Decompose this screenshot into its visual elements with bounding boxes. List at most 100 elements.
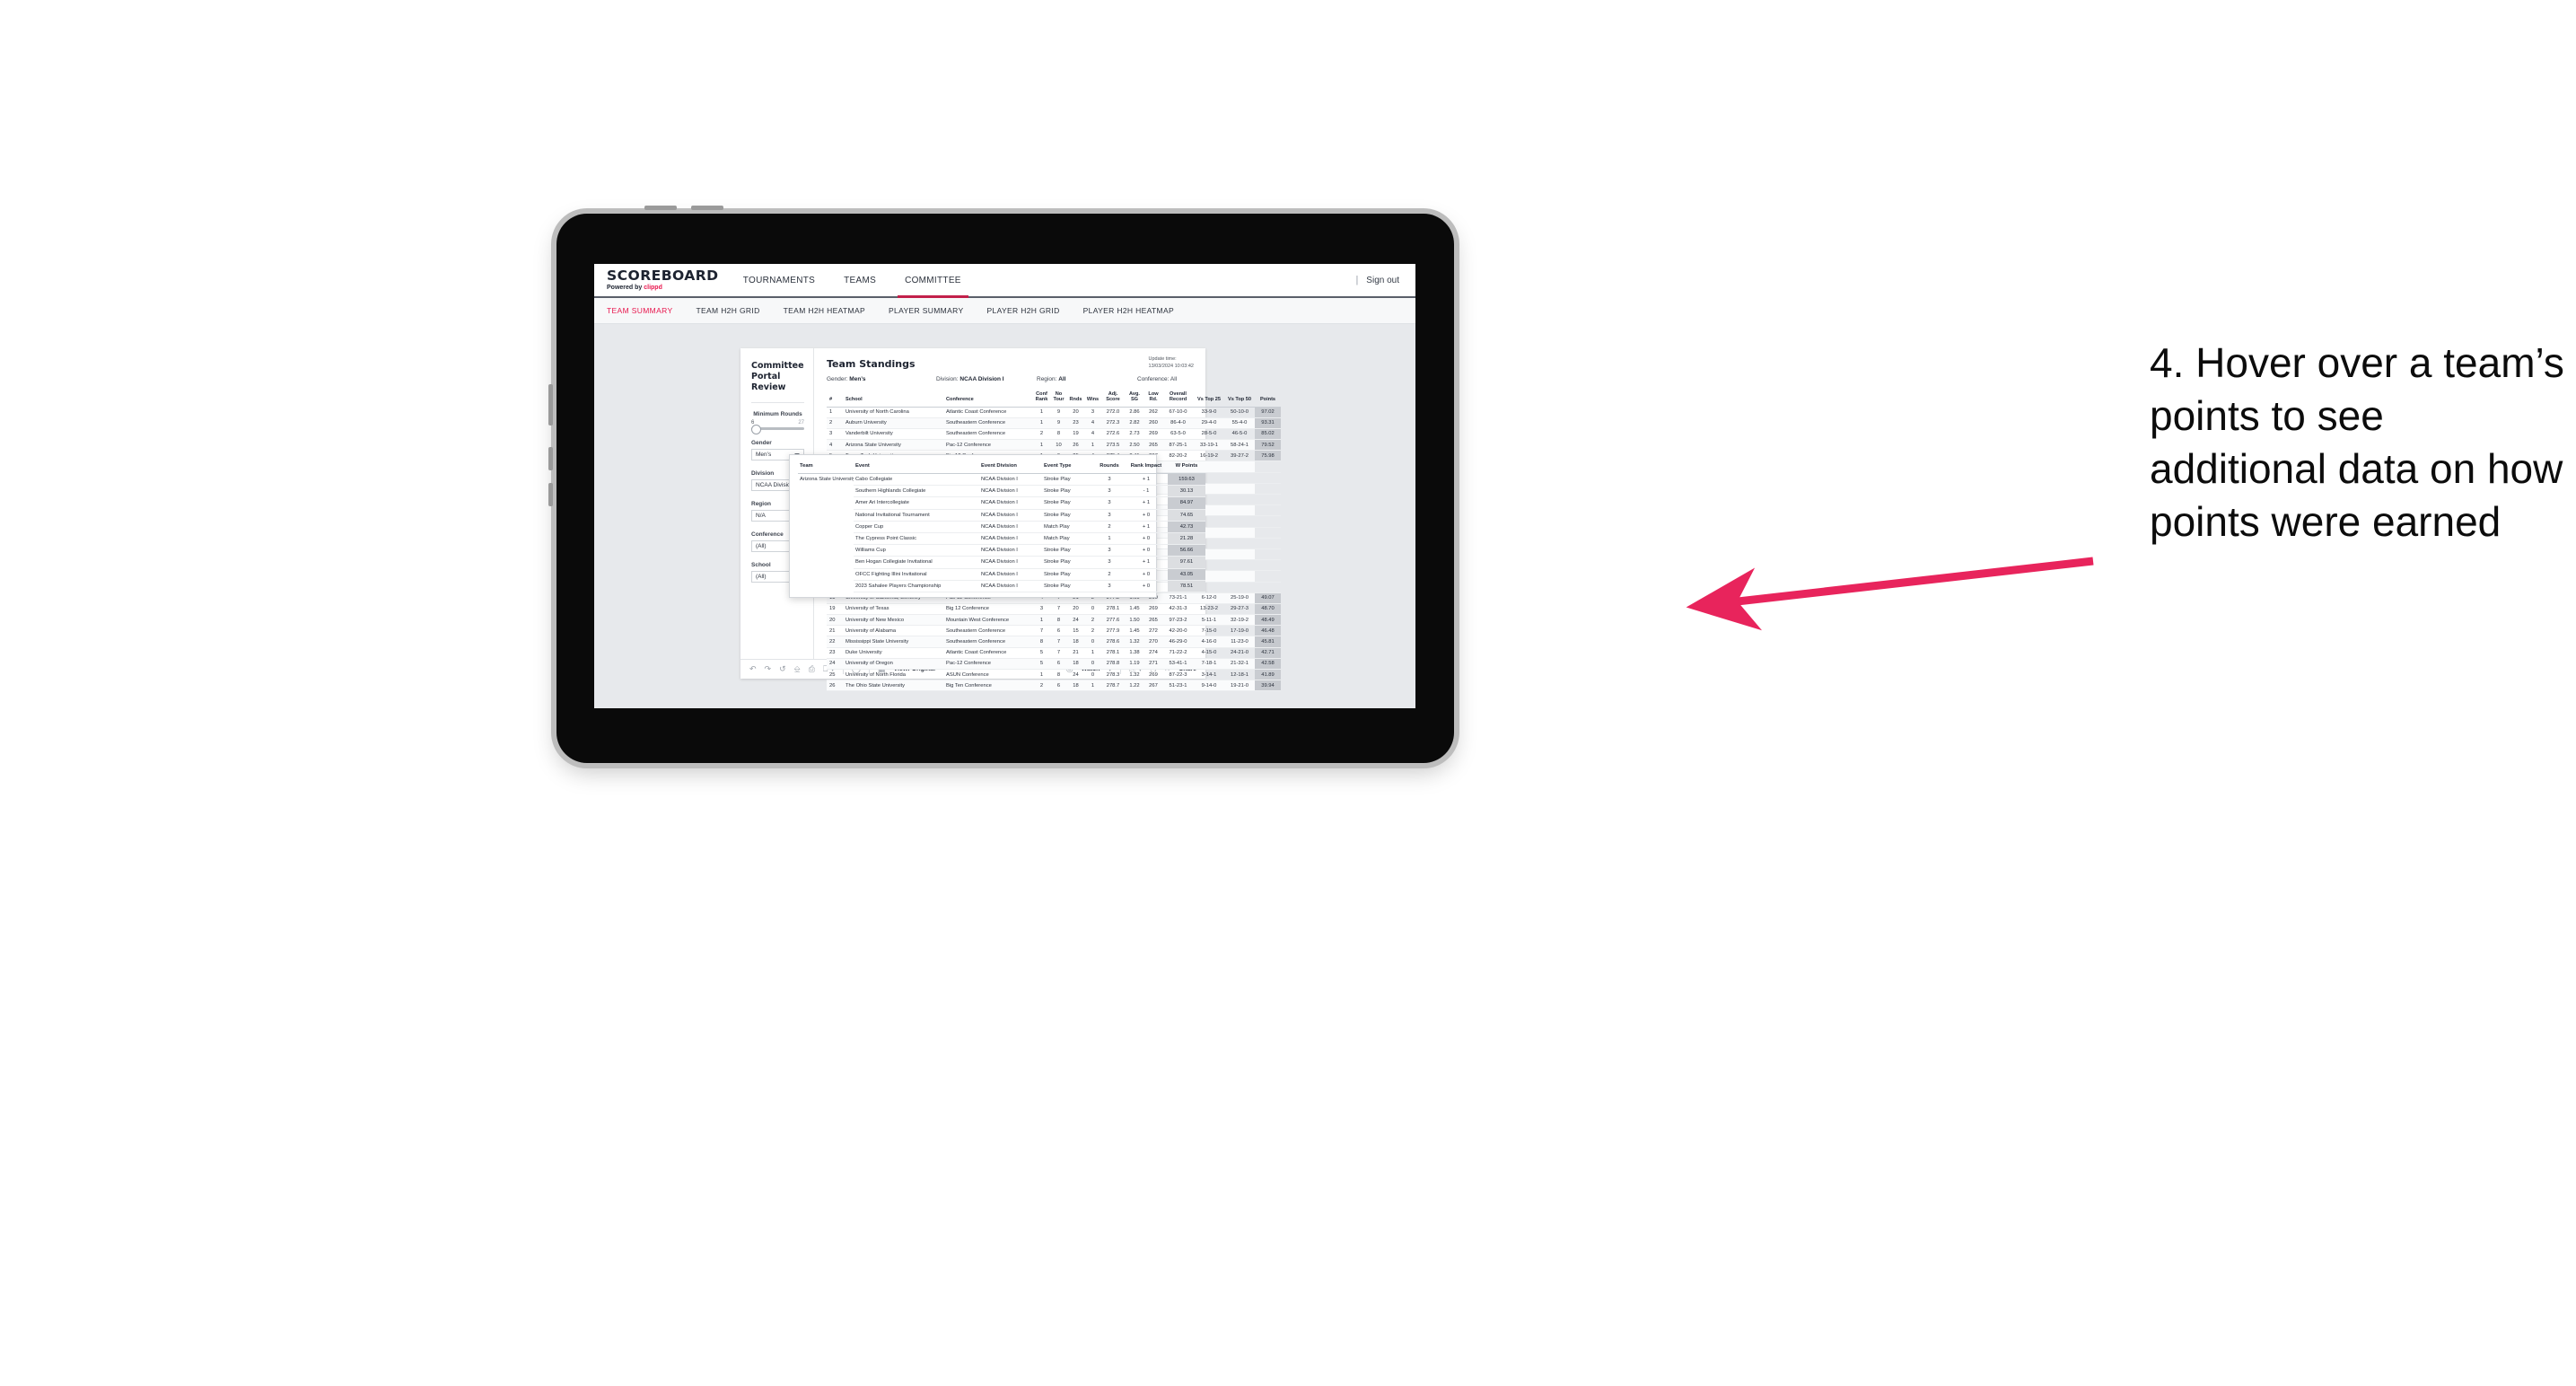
tab-team-h2h-grid[interactable]: TEAM H2H GRID — [696, 306, 759, 315]
tooltip-cell-rounds: 2 — [1094, 568, 1125, 581]
tooltip-team-name: Arizona State University — [800, 477, 854, 483]
cell-points[interactable] — [1255, 472, 1281, 484]
table-row[interactable]: 4 Arizona State University Pac-12 Conferen… — [827, 439, 1281, 452]
cell-points[interactable] — [1255, 483, 1281, 496]
update-time-label: Update time: — [1148, 356, 1177, 362]
cell-avg-sg: 1.45 — [1125, 603, 1144, 616]
redo-icon[interactable]: ↷ — [765, 665, 772, 673]
cell-rank: 21 — [827, 625, 845, 637]
table-row[interactable]: 24 University of Oregon Pac-12 Conference 5… — [827, 658, 1281, 671]
cell-conference: Mountain West Conference — [945, 614, 1033, 627]
cell-points[interactable] — [1255, 494, 1281, 506]
th-vs-top-25[interactable]: Vs Top 25 — [1194, 390, 1224, 408]
cell-points[interactable]: 41.89 — [1255, 669, 1281, 681]
refresh-icon[interactable]: ⎒ — [794, 665, 801, 673]
cell-points[interactable] — [1255, 504, 1281, 517]
tooltip-cell-event: Williams Cup — [854, 544, 979, 557]
th-overall[interactable]: Overall Record — [1162, 390, 1194, 408]
cell-points[interactable]: 45.81 — [1255, 636, 1281, 648]
cell-points[interactable] — [1255, 527, 1281, 539]
th-conference[interactable]: Conference — [945, 390, 1033, 408]
cell-avg-sg: 1.22 — [1125, 680, 1144, 692]
table-row[interactable]: 2 Auburn University Southeastern Conferenc… — [827, 417, 1281, 429]
tooltip-row: Amer Ari Intercollegiate NCAA Division IS… — [798, 496, 1205, 510]
cell-points[interactable]: 93.31 — [1255, 417, 1281, 429]
sign-out-link[interactable]: Sign out — [1366, 276, 1399, 285]
slider-handle[interactable] — [751, 424, 761, 434]
tab-team-h2h-heatmap[interactable]: TEAM H2H HEATMAP — [784, 306, 865, 315]
cell-points[interactable]: 79.52 — [1255, 439, 1281, 452]
th-points[interactable]: Points — [1255, 390, 1281, 408]
revert-icon[interactable]: ↺ — [779, 665, 786, 673]
th-rnds[interactable]: Rnds — [1067, 390, 1084, 408]
brand-logo[interactable]: SCOREBOARD Powered by clippd — [594, 264, 729, 296]
cell-school: University of New Mexico — [845, 614, 945, 627]
cell-points[interactable] — [1255, 515, 1281, 528]
cell-points[interactable]: 42.58 — [1255, 658, 1281, 671]
cell-points[interactable]: 42.71 — [1255, 647, 1281, 659]
minimum-rounds-slider[interactable] — [751, 424, 804, 434]
th-no-tour[interactable]: No Tour — [1050, 390, 1067, 408]
tab-team-summary[interactable]: TEAM SUMMARY — [607, 306, 672, 315]
nav-item-committee[interactable]: COMMITTEE — [890, 264, 976, 298]
cell-points[interactable]: 49.07 — [1255, 592, 1281, 604]
cell-wins: 0 — [1084, 603, 1101, 616]
table-row[interactable]: 25 University of North Florida ASUN Confer… — [827, 669, 1281, 681]
th-school[interactable]: School — [845, 390, 945, 408]
cell-vs-top-50: 32-19-2 — [1224, 614, 1255, 627]
th-adj-score[interactable]: Adj. Score — [1101, 390, 1125, 408]
tooltip-cell-division: NCAA Division I — [979, 496, 1042, 510]
cell-points[interactable] — [1255, 570, 1281, 583]
table-row[interactable]: 26 The Ohio State University Big Ten Confe… — [827, 680, 1281, 692]
cell-points[interactable]: 85.02 — [1255, 428, 1281, 441]
cell-school: The Ohio State University — [845, 680, 945, 692]
cell-vs-top-50: 29-27-3 — [1224, 603, 1255, 616]
tab-player-h2h-heatmap[interactable]: PLAYER H2H HEATMAP — [1083, 306, 1174, 315]
th-conf-rank[interactable]: Conf Rank — [1033, 390, 1050, 408]
cell-conference: Big Ten Conference — [945, 680, 1033, 692]
tt-th-rank-impact: Rank Impact — [1125, 461, 1168, 474]
tab-player-summary[interactable]: PLAYER SUMMARY — [889, 306, 963, 315]
table-row[interactable]: 23 Duke University Atlantic Coast Conferen… — [827, 647, 1281, 659]
nav-item-tournaments[interactable]: TOURNAMENTS — [729, 264, 829, 296]
cell-points[interactable]: 46.48 — [1255, 625, 1281, 637]
cell-points[interactable] — [1255, 582, 1281, 593]
th-wins[interactable]: Wins — [1084, 390, 1101, 408]
cell-conf-rank: 3 — [1033, 603, 1050, 616]
cell-overall: 53-41-1 — [1162, 658, 1194, 671]
cell-points[interactable] — [1255, 461, 1281, 473]
table-row[interactable]: 19 University of Texas Big 12 Conference 3 7… — [827, 603, 1281, 616]
cell-rnds: 19 — [1067, 428, 1084, 441]
undo-icon[interactable]: ↶ — [749, 665, 757, 673]
tooltip-cell-rank-impact: + 0 — [1125, 568, 1168, 581]
nav-item-teams[interactable]: TEAMS — [829, 264, 890, 296]
nav-right-group: | Sign out — [1355, 264, 1415, 296]
table-row[interactable]: 22 Mississippi State University Southeaste… — [827, 636, 1281, 648]
cell-overall: 63-5-0 — [1162, 428, 1194, 441]
th-rank[interactable]: # — [827, 390, 845, 408]
cell-vs-top-25: 3-14-1 — [1194, 669, 1224, 681]
th-low-rd[interactable]: Low Rd. — [1144, 390, 1162, 408]
cell-points[interactable]: 48.49 — [1255, 614, 1281, 627]
cell-no-tour: 8 — [1050, 428, 1067, 441]
cell-points[interactable]: 39.94 — [1255, 680, 1281, 692]
th-avg-sg[interactable]: Avg. SG — [1125, 390, 1144, 408]
cell-points[interactable]: 75.98 — [1255, 450, 1281, 462]
points-breakdown-tooltip: Team Event Event Division Event Type Rou… — [789, 454, 1205, 598]
table-row[interactable]: 1 University of North Carolina Atlantic Co… — [827, 407, 1281, 418]
table-row[interactable]: 3 Vanderbilt University Southeastern Confe… — [827, 428, 1281, 441]
cell-rank: 4 — [827, 439, 845, 452]
pause-icon[interactable]: ⎙ — [809, 665, 815, 673]
th-vs-top-50[interactable]: Vs Top 50 — [1224, 390, 1255, 408]
table-row[interactable]: 20 University of New Mexico Mountain West … — [827, 614, 1281, 627]
cell-points[interactable] — [1255, 538, 1281, 549]
table-row[interactable]: 21 University of Alabama Southeastern Conf… — [827, 625, 1281, 637]
cell-points[interactable]: 48.70 — [1255, 603, 1281, 616]
cell-adj-score: 278.3 — [1101, 669, 1125, 681]
tab-player-h2h-grid[interactable]: PLAYER H2H GRID — [986, 306, 1059, 315]
cell-points[interactable] — [1255, 559, 1281, 572]
cell-points[interactable]: 97.02 — [1255, 407, 1281, 418]
minimum-rounds-label: Minimum Rounds — [753, 410, 802, 417]
cell-points[interactable] — [1255, 548, 1281, 561]
cell-wins: 0 — [1084, 636, 1101, 648]
